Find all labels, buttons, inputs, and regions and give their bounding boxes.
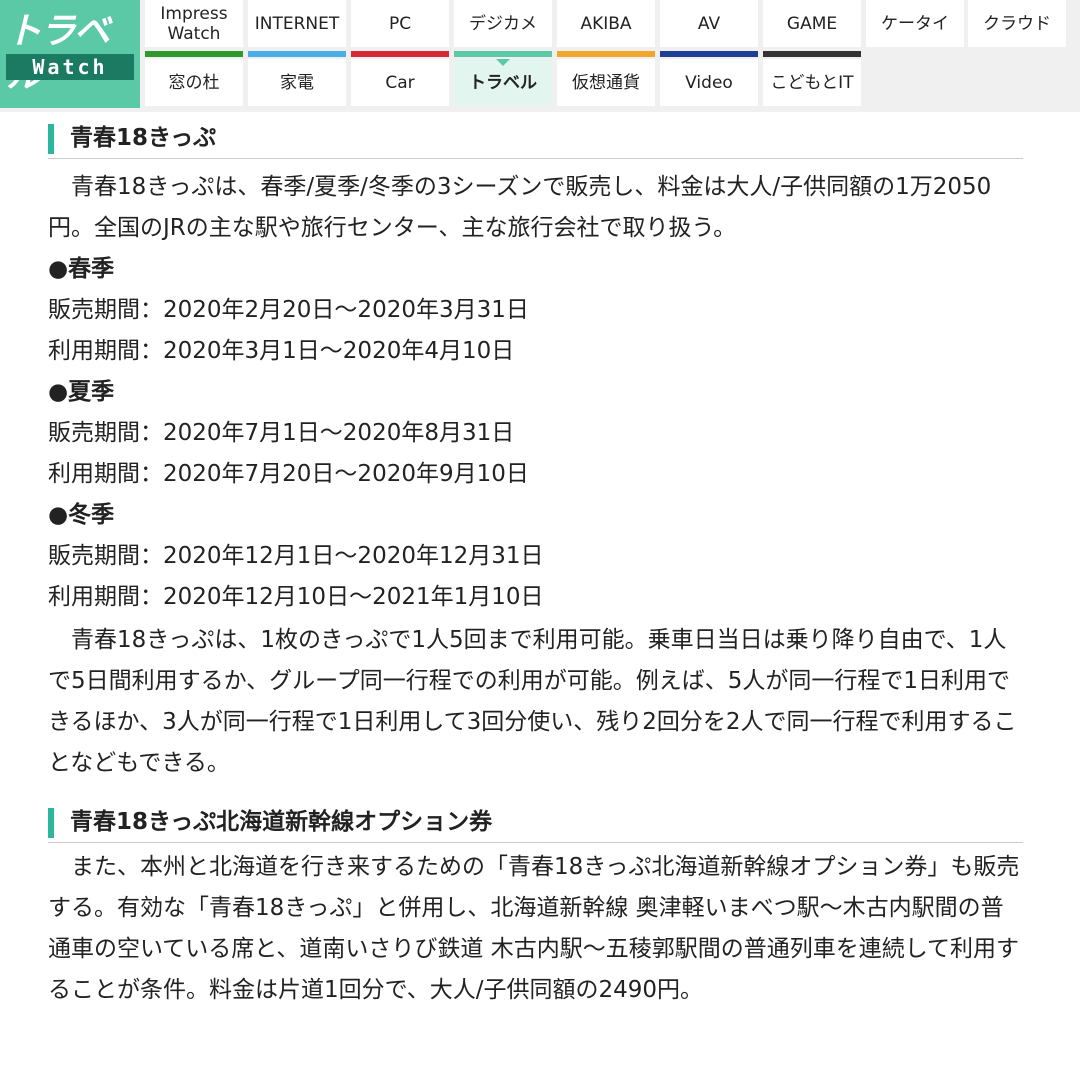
nav-keitai[interactable]: ケータイ (866, 0, 964, 47)
nav-bar-dejikame (454, 51, 552, 57)
section-heading: 青春18きっぷ (48, 118, 1023, 159)
nav-pc[interactable]: PC (351, 0, 449, 47)
season-heading-summer: ●夏季 (48, 379, 115, 405)
use-period: 利用期間：2020年12月10日～2021年1月10日 (48, 584, 544, 610)
logo-title: トラベル (6, 11, 110, 96)
sale-period: 販売期間：2020年7月1日～2020年8月31日 (48, 420, 515, 446)
section-heading: 青春18きっぷ北海道新幹線オプション券 (48, 802, 1023, 843)
nav-bar-pc (351, 51, 449, 57)
season-heading-spring: ●春季 (48, 256, 115, 282)
nav-akiba[interactable]: AKIBA (557, 0, 655, 47)
nav-travel-active[interactable]: トラベル (454, 59, 552, 106)
logo-subtitle: Watch (6, 54, 134, 80)
use-period: 利用期間：2020年3月1日～2020年4月10日 (48, 338, 515, 364)
nav-bar-impress (145, 51, 243, 57)
nav-game[interactable]: GAME (763, 0, 861, 47)
article-content: 青春18きっぷ 青春18きっぷは、春季/夏季/冬季の3シーズンで販売し、料金は大… (48, 118, 1023, 1011)
nav-internet[interactable]: INTERNET (248, 0, 346, 47)
usage-paragraph: 青春18きっぷは、1枚のきっぷで1人5回まで利用可能。乗車日当日は乗り降り自由で… (48, 627, 1017, 776)
travel-watch-logo[interactable]: トラベル Watch (0, 0, 140, 108)
sale-period: 販売期間：2020年12月1日～2020年12月31日 (48, 543, 544, 569)
nav-car[interactable]: Car (351, 59, 449, 106)
option-ticket-paragraph: また、本州と北海道を行き来するための「青春18きっぷ北海道新幹線オプション券」も… (48, 854, 1020, 1003)
nav-kasou-tsuka[interactable]: 仮想通貨 (557, 59, 655, 106)
nav-kaden[interactable]: 家電 (248, 59, 346, 106)
nav-madonomori[interactable]: 窓の杜 (145, 59, 243, 106)
nav-bar-internet (248, 51, 346, 57)
nav-video[interactable]: Video (660, 59, 758, 106)
site-header: トラベル Watch Impress Watch INTERNET PC デジカ… (0, 0, 1080, 112)
nav-bar-akiba (557, 51, 655, 57)
intro-paragraph: 青春18きっぷは、春季/夏季/冬季の3シーズンで販売し、料金は大人/子供同額の1… (48, 174, 992, 241)
sale-period: 販売期間：2020年2月20日～2020年3月31日 (48, 297, 529, 323)
nav-kodomo-to-it[interactable]: こどもとIT (763, 59, 861, 106)
nav-dejikame[interactable]: デジカメ (454, 0, 552, 47)
nav-cloud[interactable]: クラウド (968, 0, 1066, 47)
nav-av[interactable]: AV (660, 0, 758, 47)
nav-bar-av (660, 51, 758, 57)
use-period: 利用期間：2020年7月20日～2020年9月10日 (48, 461, 529, 487)
season-heading-winter: ●冬季 (48, 502, 115, 528)
nav-bar-game (763, 51, 861, 57)
active-indicator-icon (496, 59, 510, 66)
nav-impress-watch[interactable]: Impress Watch (145, 0, 243, 47)
